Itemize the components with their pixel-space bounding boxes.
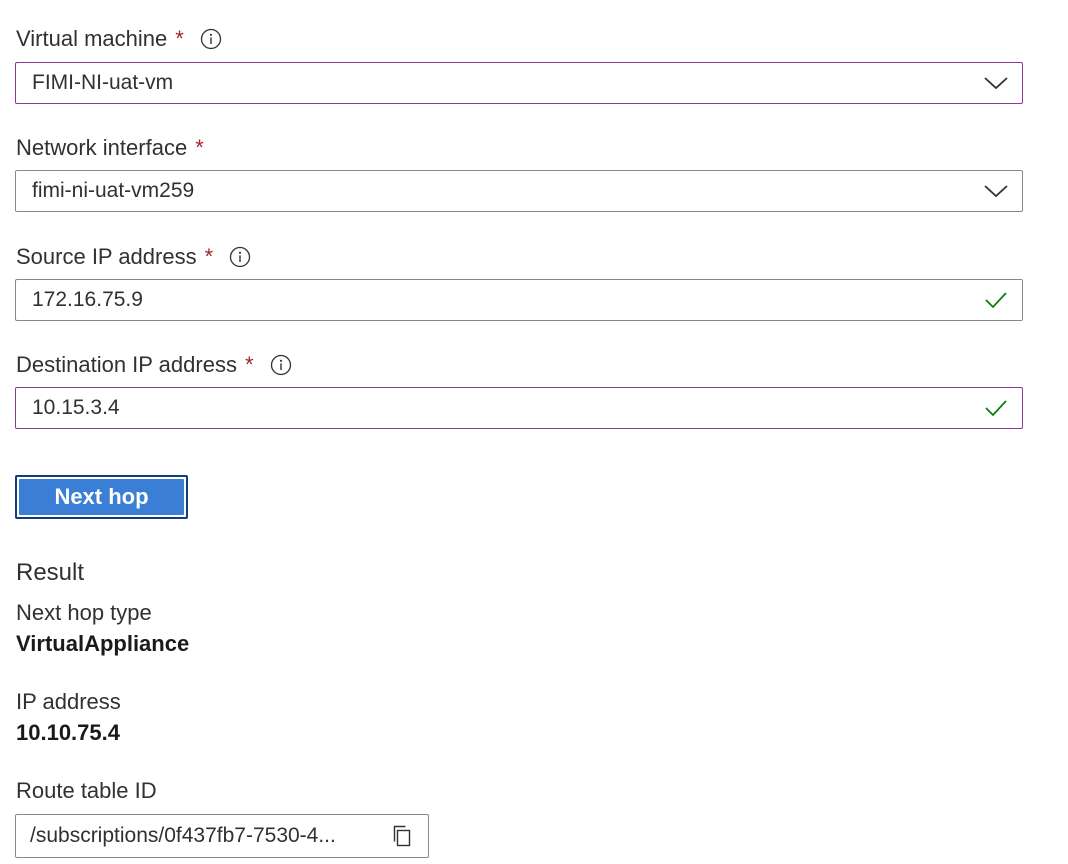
required-asterisk: *: [204, 244, 214, 269]
source-ip-value: 172.16.75.9: [32, 288, 143, 311]
network-interface-label-text: Network interface: [16, 135, 188, 160]
info-icon[interactable]: [270, 354, 292, 376]
checkmark-icon: [980, 286, 1012, 314]
info-icon[interactable]: [200, 28, 222, 50]
next-hop-type-label: Next hop type: [16, 600, 152, 625]
network-interface-dropdown[interactable]: fimi-ni-uat-vm259: [15, 170, 1023, 212]
destination-ip-label-text: Destination IP address: [16, 352, 237, 377]
next-hop-button[interactable]: Next hop: [15, 475, 188, 519]
destination-ip-label: Destination IP address *: [16, 351, 292, 379]
next-hop-type-value: VirtualAppliance: [16, 631, 190, 656]
route-table-label: Route table ID: [16, 778, 157, 803]
chevron-down-icon: [980, 177, 1012, 205]
route-table-id-field[interactable]: /subscriptions/0f437fb7-7530-4...: [15, 814, 429, 858]
ip-address-label: IP address: [16, 689, 121, 714]
ip-address-value: 10.10.75.4: [16, 720, 120, 745]
destination-ip-input[interactable]: 10.15.3.4: [15, 387, 1023, 429]
virtual-machine-label: Virtual machine *: [16, 25, 222, 53]
next-hop-form-page: Virtual machine * FIMI-NI-uat-vm Network…: [0, 0, 1068, 864]
network-interface-value: fimi-ni-uat-vm259: [32, 179, 195, 202]
virtual-machine-label-text: Virtual machine: [16, 26, 168, 51]
source-ip-label-text: Source IP address: [16, 244, 197, 269]
checkmark-icon: [980, 394, 1012, 422]
info-icon[interactable]: [229, 246, 251, 268]
chevron-down-icon: [980, 69, 1012, 97]
copy-icon[interactable]: [388, 822, 416, 850]
result-heading: Result: [16, 559, 85, 586]
next-hop-button-label: Next hop: [19, 479, 184, 515]
source-ip-label: Source IP address *: [16, 243, 251, 271]
source-ip-input[interactable]: 172.16.75.9: [15, 279, 1023, 321]
required-asterisk: *: [244, 352, 254, 377]
virtual-machine-value: FIMI-NI-uat-vm: [32, 71, 174, 94]
network-interface-label: Network interface *: [16, 134, 204, 162]
required-asterisk: *: [195, 135, 204, 160]
route-table-id-value: /subscriptions/0f437fb7-7530-4...: [30, 824, 336, 847]
required-asterisk: *: [175, 26, 184, 51]
virtual-machine-dropdown[interactable]: FIMI-NI-uat-vm: [15, 62, 1023, 104]
destination-ip-value: 10.15.3.4: [32, 396, 120, 419]
